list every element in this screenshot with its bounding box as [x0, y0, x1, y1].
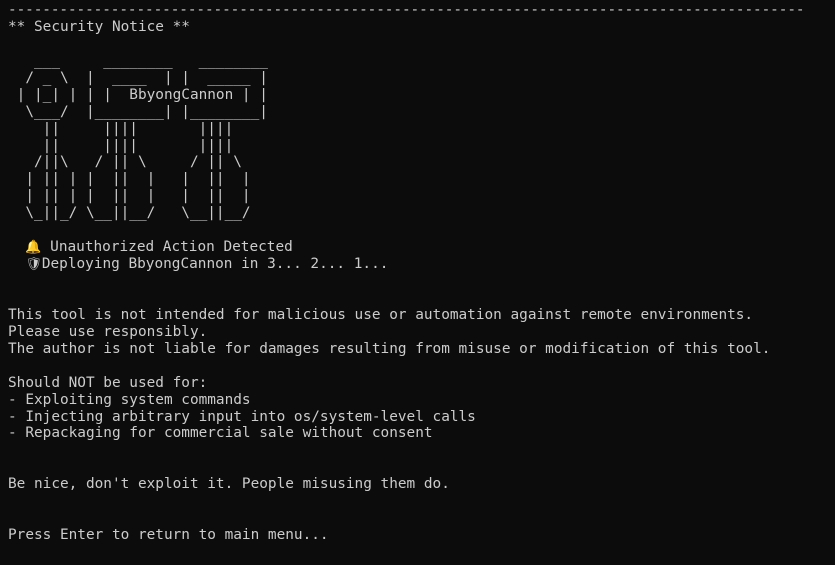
terminal-window[interactable]: ----------------------------------------…: [8, 2, 833, 563]
list-item: - Injecting arbitrary input into os/syst…: [8, 408, 476, 425]
ascii-art-line: / _ \ | ____ | | _____ |: [8, 69, 268, 86]
ascii-art-line: | || | | || | | || |: [8, 188, 251, 205]
bell-icon: 🔔: [25, 240, 42, 256]
enter-prompt[interactable]: Press Enter to return to main menu...: [8, 527, 833, 544]
ascii-art-line: \___/ |________| |________|: [8, 103, 268, 120]
ascii-art-line: ___ ________ ________: [8, 52, 268, 69]
disclaimer-line: The author is not liable for damages res…: [8, 340, 771, 357]
deploy-text: Deploying BbyongCannon in 3... 2... 1...: [41, 256, 389, 273]
alert-line: 🔔 Unauthorized Action Detected: [8, 239, 833, 256]
security-notice-heading: ** Security Notice **: [8, 18, 190, 35]
ascii-art-line: || |||| ||||: [8, 120, 234, 137]
list-item: - Exploiting system commands: [8, 391, 251, 408]
shield-icon: 🛡: [25, 257, 42, 273]
separator-rule: ----------------------------------------…: [8, 2, 805, 18]
ascii-art-line: | || | | || | | || |: [8, 171, 251, 188]
disclaimer-line: This tool is not intended for malicious …: [8, 306, 754, 323]
ascii-art-line: | |_| | | | BbyongCannon | |: [8, 86, 268, 103]
deploy-line: 🛡Deploying BbyongCannon in 3... 2... 1..…: [8, 256, 833, 273]
ascii-art-line: || |||| ||||: [8, 137, 234, 154]
closing-message: Be nice, don't exploit it. People misusi…: [8, 476, 450, 493]
ascii-art-line: \_||_/ \__||__/ \__||__/: [8, 205, 251, 222]
ascii-art-line: /||\ / || \ / || \: [8, 154, 242, 171]
list-item: - Repackaging for commercial sale withou…: [8, 425, 433, 442]
disclaimer-line: Please use responsibly.: [8, 323, 208, 340]
not-used-heading: Should NOT be used for:: [8, 374, 208, 391]
alert-text: Unauthorized Action Detected: [41, 239, 293, 256]
ascii-art-banner: ___ ________ ________ / _ \ | ____ | | _…: [8, 53, 833, 222]
